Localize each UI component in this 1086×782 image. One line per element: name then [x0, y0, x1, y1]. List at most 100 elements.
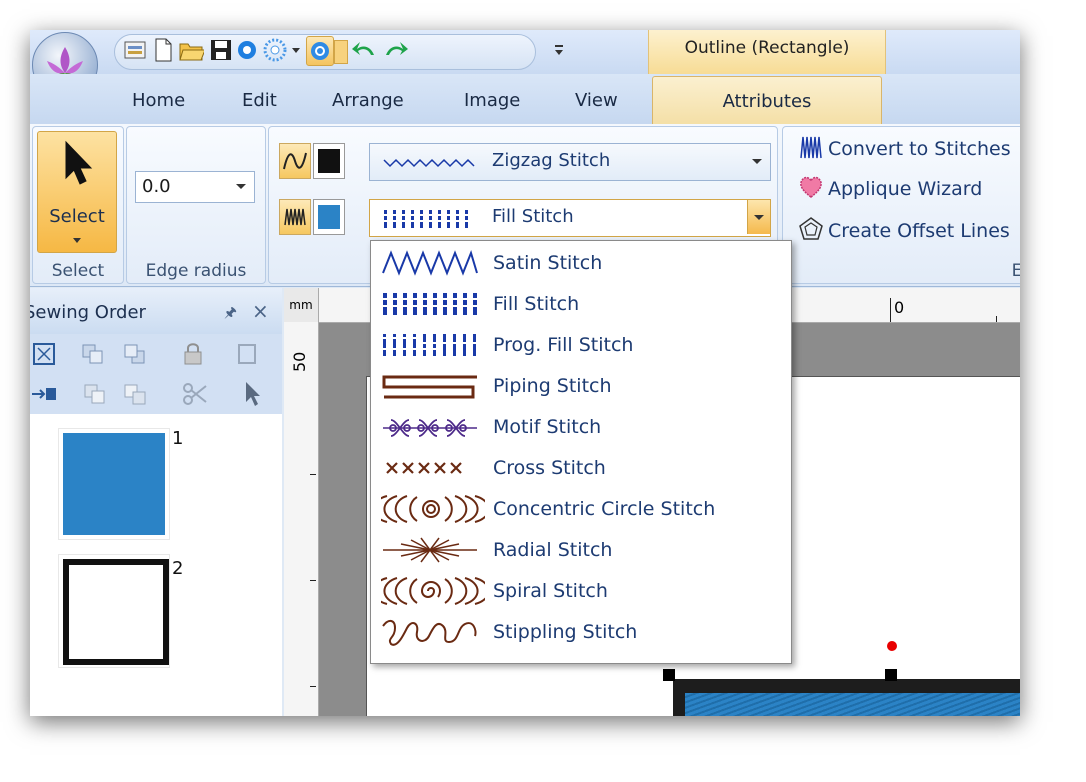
list-item[interactable] — [58, 554, 170, 668]
move-to-back-icon[interactable] — [122, 342, 148, 366]
rotation-handle[interactable] — [887, 641, 897, 651]
cross-stitch-icon — [386, 462, 462, 474]
burst-icon[interactable] — [262, 36, 288, 64]
sewing-order-list: 1 2 — [30, 414, 282, 716]
ruler-unit: mm — [284, 288, 319, 322]
sewing-order-toolbar-2 — [30, 374, 282, 414]
tab-view[interactable]: View — [575, 90, 618, 111]
ruler-tick — [890, 298, 891, 322]
open-file-icon[interactable] — [178, 36, 204, 64]
tab-arrange[interactable]: Arrange — [332, 90, 404, 111]
ruler-h-label: 0 — [894, 298, 905, 317]
selected-rectangle-outline[interactable] — [673, 679, 1020, 716]
stitch-option-motif[interactable]: Motif Stitch — [371, 407, 791, 448]
region-stitch-dropdown-button[interactable] — [747, 200, 770, 234]
redo-icon[interactable] — [382, 36, 408, 64]
tab-attributes-label: Attributes — [722, 91, 812, 112]
chevron-down-icon — [754, 215, 764, 220]
item-number: 2 — [172, 558, 184, 579]
lock-icon[interactable] — [182, 340, 204, 366]
new-file-icon[interactable] — [150, 36, 176, 64]
sewing-order-toolbar-1 — [30, 334, 282, 374]
stitch-option-cross[interactable]: Cross Stitch — [371, 448, 791, 489]
tab-image[interactable]: Image — [464, 90, 520, 111]
create-offset-lines-button[interactable]: Create Offset Lines — [798, 216, 1010, 247]
stippling-stitch-icon — [382, 620, 477, 646]
stitch-option-concentric[interactable]: Concentric Circle Stitch — [371, 489, 791, 530]
target-icon[interactable] — [306, 36, 334, 66]
line-sew-toggle[interactable] — [279, 143, 311, 179]
selection-handle[interactable] — [885, 669, 897, 681]
target-dropdown-icon[interactable] — [334, 40, 348, 64]
outline-thumbnail — [63, 559, 169, 665]
fill-stitch-icon — [381, 293, 481, 315]
satin-stitch-icon — [382, 249, 478, 276]
region-sew-toggle[interactable] — [279, 199, 311, 235]
convert-to-stitches-label: Convert to Stitches — [828, 138, 1011, 160]
move-to-front-icon[interactable] — [80, 342, 106, 366]
applique-heart-icon — [800, 176, 822, 198]
applique-wizard-label: Applique Wizard — [828, 178, 983, 200]
spiral-stitch-icon — [381, 577, 485, 605]
sewing-order-panel: Sewing Order 🖈 × 1 2 — [30, 288, 282, 716]
save-icon[interactable] — [208, 36, 234, 64]
stitch-option-satin[interactable]: Satin Stitch — [371, 243, 791, 284]
stitch-option-stippling[interactable]: Stippling Stitch — [371, 612, 791, 653]
ruler-tick — [310, 580, 316, 581]
customize-qat-icon[interactable] — [546, 36, 572, 64]
contextual-tab-title: Outline (Rectangle) — [684, 38, 850, 58]
line-stitch-value: Zigzag Stitch — [492, 150, 611, 171]
design-settings-icon[interactable] — [122, 36, 148, 64]
edge-radius-combo[interactable]: 0.0 — [135, 171, 255, 203]
sewing-order-title: Sewing Order — [30, 302, 146, 323]
convert-stitches-icon — [800, 136, 822, 159]
vertical-ruler: 50 — [284, 322, 319, 716]
offset-pentagon-icon — [799, 217, 823, 240]
select-dropdown-icon — [73, 238, 81, 243]
blue-circle-icon[interactable] — [234, 36, 260, 64]
region-color-button[interactable] — [313, 199, 345, 235]
combine-icon[interactable] — [30, 382, 58, 406]
line-color-button[interactable] — [313, 143, 345, 179]
pointer-icon[interactable] — [242, 380, 262, 408]
tools-group-label: E — [1011, 261, 1020, 281]
applique-wizard-button[interactable]: Applique Wizard — [798, 175, 982, 204]
group-icon[interactable] — [82, 382, 108, 406]
tab-home[interactable]: Home — [132, 90, 185, 111]
piping-stitch-icon — [382, 375, 477, 399]
line-stitch-combo[interactable]: Zigzag Stitch — [369, 143, 771, 181]
frame-icon[interactable] — [236, 342, 258, 366]
list-item[interactable] — [58, 428, 170, 540]
stitch-option-spiral[interactable]: Spiral Stitch — [371, 571, 791, 612]
fill-stitch-icon — [382, 210, 472, 228]
ungroup-icon[interactable] — [122, 382, 148, 406]
undo-icon[interactable] — [350, 36, 376, 64]
tab-attributes[interactable]: Attributes — [652, 76, 882, 125]
stitch-option-radial[interactable]: Radial Stitch — [371, 530, 791, 571]
motif-stitch-icon — [383, 419, 477, 437]
scissors-icon[interactable] — [182, 382, 208, 406]
pin-icon[interactable]: 🖈 — [224, 302, 237, 326]
ruler-tick — [310, 686, 316, 687]
close-icon[interactable]: × — [252, 299, 269, 323]
stitch-option-piping[interactable]: Piping Stitch — [371, 366, 791, 407]
edge-radius-group-label: Edge radius — [145, 261, 247, 281]
fit-view-icon[interactable] — [32, 342, 56, 366]
edge-radius-value: 0.0 — [142, 176, 171, 197]
line-sew-icon — [283, 152, 307, 170]
region-stitch-combo[interactable]: Fill Stitch — [369, 199, 771, 237]
arrow-cursor-icon — [65, 140, 93, 185]
create-offset-lines-label: Create Offset Lines — [828, 220, 1010, 242]
convert-to-stitches-button[interactable]: Convert to Stitches — [798, 134, 1011, 165]
stitch-option-prog-fill[interactable]: Prog. Fill Stitch — [371, 325, 791, 366]
select-button[interactable]: Select — [37, 131, 117, 253]
ruler-v-label: 50 — [290, 351, 309, 372]
tab-edit[interactable]: Edit — [242, 90, 277, 111]
app-window: Outline (Rectangle) Home Edit Arrange Im… — [30, 30, 1020, 716]
chevron-down-icon — [236, 184, 246, 189]
fill-thumbnail — [63, 433, 165, 535]
selection-handle[interactable] — [663, 669, 675, 681]
stitch-option-fill[interactable]: Fill Stitch — [371, 284, 791, 325]
sewing-order-header: Sewing Order 🖈 × — [30, 288, 282, 334]
burst-dropdown-icon[interactable] — [292, 48, 300, 53]
